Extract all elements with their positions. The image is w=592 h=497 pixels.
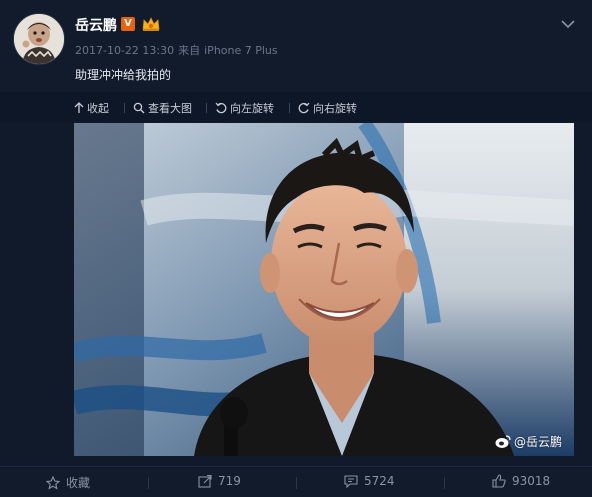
- comment-icon: [344, 475, 358, 488]
- post-text: 助理冲冲给我拍的: [75, 68, 172, 82]
- repost-button[interactable]: 719: [198, 474, 241, 488]
- collapse-up-icon: [74, 102, 84, 113]
- view-large-button[interactable]: 查看大图: [133, 100, 192, 116]
- action-divider: [444, 477, 445, 489]
- rotate-right-label: 向右旋转: [313, 102, 357, 115]
- source-prefix: 来自: [178, 44, 201, 57]
- watermark-text: @岳云鹏: [513, 435, 562, 449]
- rotate-right-button[interactable]: 向右旋转: [298, 100, 357, 116]
- weibo-logo-icon: [495, 434, 511, 448]
- photo-watermark: @岳云鹏: [495, 433, 562, 450]
- like-button[interactable]: 93018: [492, 474, 550, 488]
- action-divider: [296, 477, 297, 489]
- timestamp[interactable]: 2017-10-22 13:30: [75, 44, 174, 57]
- comment-count: 5724: [364, 474, 395, 488]
- username[interactable]: 岳云鹏: [75, 15, 117, 35]
- avatar[interactable]: [13, 13, 65, 65]
- verified-badge: V: [121, 17, 135, 31]
- search-icon: [133, 102, 145, 114]
- favorite-button[interactable]: 收藏: [46, 474, 90, 491]
- favorite-label: 收藏: [66, 476, 91, 490]
- rotate-left-label: 向左旋转: [230, 102, 274, 115]
- source[interactable]: iPhone 7 Plus: [204, 44, 278, 57]
- weibo-post-card: 岳云鹏 V 2017-10-22 13:30 来自 iPhone 7 Plus 助理…: [0, 0, 592, 497]
- toolbar-divider: [124, 103, 125, 113]
- star-icon: [46, 475, 60, 490]
- rotate-left-icon: [215, 102, 227, 114]
- like-icon: [492, 474, 506, 488]
- comment-button[interactable]: 5724: [344, 474, 395, 488]
- chevron-down-icon[interactable]: [561, 14, 575, 29]
- post-meta: 2017-10-22 13:30 来自 iPhone 7 Plus: [75, 42, 282, 58]
- repost-count: 719: [218, 474, 241, 488]
- crown-icon: [142, 16, 160, 32]
- like-count: 93018: [512, 474, 551, 488]
- toolbar-divider: [289, 103, 290, 113]
- rotate-left-button[interactable]: 向左旋转: [215, 100, 274, 116]
- toolbar-divider: [206, 103, 207, 113]
- post-photo[interactable]: @岳云鹏: [74, 123, 574, 456]
- view-large-label: 查看大图: [148, 102, 192, 115]
- collapse-button[interactable]: 收起: [74, 100, 109, 116]
- rotate-right-icon: [298, 102, 310, 114]
- action-divider: [148, 477, 149, 489]
- repost-icon: [198, 474, 212, 488]
- collapse-label: 收起: [87, 102, 109, 115]
